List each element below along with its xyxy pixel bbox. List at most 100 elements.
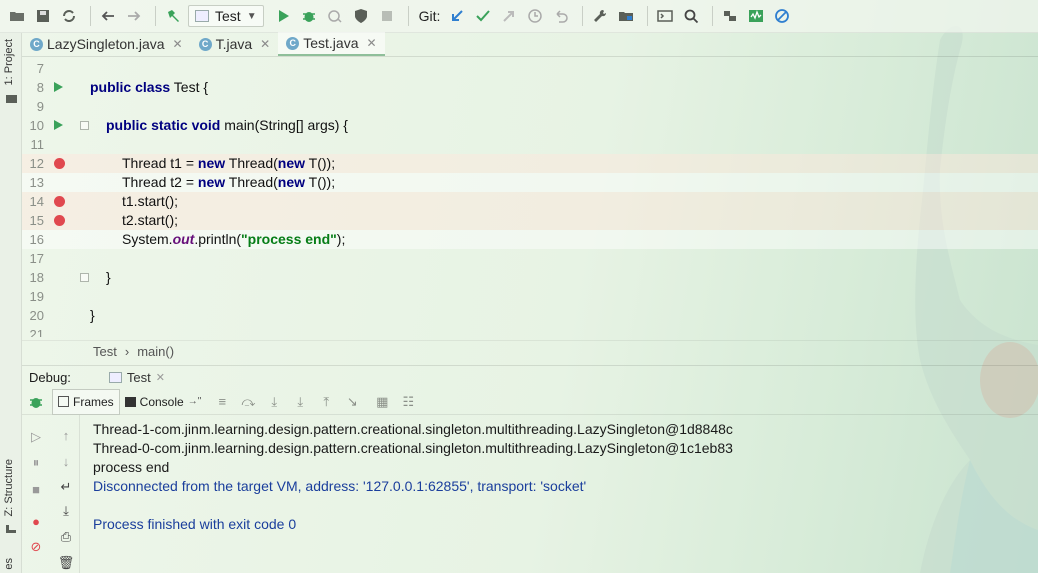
project-tool-window-button[interactable]: 1: Project — [3, 39, 15, 85]
git-commit-check-icon[interactable] — [472, 5, 494, 27]
forward-arrow-icon[interactable] — [123, 5, 145, 27]
run-coverage-icon[interactable] — [324, 5, 346, 27]
step-into-icon[interactable]: ⤓ — [290, 392, 310, 412]
step-out-icon[interactable]: ⤒ — [316, 392, 336, 412]
line-number: 12 — [29, 156, 44, 171]
code-line: 9 — [22, 97, 1038, 116]
line-number: 13 — [29, 175, 44, 190]
main-toolbar: Test ▼ Git: — [0, 0, 1038, 33]
evaluate-expression-icon[interactable]: ▦ — [372, 392, 392, 412]
step-over-icon[interactable]: ⤓ — [264, 392, 284, 412]
terminal-icon[interactable] — [654, 5, 676, 27]
debug-panel-header: Debug: Test ✕ — [22, 365, 1038, 389]
console-output[interactable]: Thread-1-com.jinm.learning.design.patter… — [93, 420, 1013, 534]
settings-wrench-icon[interactable] — [589, 5, 611, 27]
line-number: 16 — [29, 232, 44, 247]
tab-lazysingleton[interactable]: C LazySingleton.java ✕ — [22, 32, 191, 56]
close-icon[interactable]: ✕ — [366, 36, 376, 50]
mute-breakpoints-icon[interactable]: ⊘ — [28, 539, 44, 555]
show-execution-point-icon[interactable]: ⤼ — [238, 392, 258, 412]
breadcrumb-method[interactable]: main() — [137, 344, 174, 359]
tab-test[interactable]: C Test.java ✕ — [278, 32, 385, 56]
project-structure-icon[interactable] — [615, 5, 637, 27]
git-push-icon[interactable] — [498, 5, 520, 27]
code-line: 14 t1.start(); — [22, 192, 1038, 211]
git-label: Git: — [418, 8, 441, 24]
stop-icon[interactable]: ■ — [28, 481, 44, 497]
debug-session-tab[interactable]: Test ✕ — [108, 370, 165, 385]
code-text: t2.start(); — [122, 212, 179, 228]
line-number: 9 — [36, 99, 44, 114]
no-power-save-icon[interactable] — [771, 5, 793, 27]
run-icon[interactable] — [272, 5, 294, 27]
run-to-cursor-icon[interactable]: ↘ — [342, 392, 362, 412]
search-icon[interactable] — [680, 5, 702, 27]
console-tab-label: Console — [139, 394, 184, 409]
profile-shield-icon[interactable] — [350, 5, 372, 27]
resume-icon[interactable]: ▷ — [28, 429, 44, 445]
pin-arrow-icon: →" — [187, 396, 202, 407]
print-icon[interactable]: ⎙ — [58, 529, 74, 545]
trace-stream-icon[interactable]: ☷ — [398, 392, 418, 412]
fold-marker-icon[interactable] — [80, 273, 89, 282]
folder-icon — [6, 95, 17, 103]
activity-monitor-icon[interactable] — [745, 5, 767, 27]
back-arrow-icon[interactable] — [97, 5, 119, 27]
java-class-icon: C — [198, 37, 212, 51]
run-config-select[interactable]: Test ▼ — [188, 5, 264, 27]
run-gutter-icon[interactable] — [54, 82, 63, 92]
toolbar-divider — [407, 6, 409, 26]
console-action-column: ↑ ↓ ↵ ⤓ ⎙ 🗑 — [52, 415, 80, 573]
code-text: public static void main(String[] args) { — [106, 117, 348, 133]
fold-marker-icon[interactable] — [80, 121, 89, 130]
favorites-tool-window-button[interactable]: es — [3, 558, 15, 570]
breadcrumb-class[interactable]: Test — [93, 344, 117, 359]
tab-t[interactable]: C T.java ✕ — [191, 32, 279, 56]
line-number: 11 — [30, 137, 45, 152]
code-text: t1.start(); — [122, 193, 179, 209]
toolbar-divider — [647, 6, 649, 26]
scroll-to-end-icon[interactable]: ⤓ — [58, 503, 74, 519]
toolbar-divider — [90, 6, 91, 26]
view-breakpoints-icon[interactable]: ● — [28, 513, 44, 529]
close-icon[interactable]: ✕ — [173, 37, 183, 51]
git-update-icon[interactable] — [446, 5, 468, 27]
up-arrow-icon[interactable]: ↑ — [58, 427, 74, 443]
tab-label: Test.java — [303, 35, 359, 51]
down-arrow-icon[interactable]: ↓ — [58, 453, 74, 469]
breakpoint-icon[interactable] — [54, 215, 65, 226]
breakpoint-icon[interactable] — [54, 158, 65, 169]
debug-bug-icon[interactable] — [298, 5, 320, 27]
stop-icon[interactable] — [376, 5, 398, 27]
history-clock-icon[interactable] — [524, 5, 546, 27]
breakpoint-icon[interactable] — [54, 196, 65, 207]
sync-icon[interactable] — [58, 5, 80, 27]
rollback-icon[interactable] — [550, 5, 572, 27]
code-line: 19 — [22, 287, 1038, 306]
menu-lines-icon[interactable]: ≡ — [212, 392, 232, 412]
code-text: Thread t1 = new Thread(new T()); — [122, 155, 336, 171]
vcs-operations-icon[interactable] — [719, 5, 741, 27]
save-icon[interactable] — [32, 5, 54, 27]
tab-frames[interactable]: Frames — [52, 388, 120, 415]
close-icon[interactable]: ✕ — [156, 371, 165, 384]
code-text: System.out.println("process end"); — [122, 231, 346, 247]
run-gutter-icon[interactable] — [54, 120, 63, 130]
code-text: public class Test { — [90, 79, 209, 95]
tab-console[interactable]: Console →" — [120, 389, 207, 415]
code-editor[interactable]: 7 8 public class Test { 9 10 public stat… — [22, 57, 1038, 337]
console-line: Thread-1-com.jinm.learning.design.patter… — [93, 421, 733, 437]
trash-icon[interactable]: 🗑 — [58, 555, 75, 571]
line-number: 8 — [36, 80, 44, 95]
soft-wrap-icon[interactable]: ↵ — [58, 479, 74, 495]
open-folder-icon[interactable] — [6, 5, 28, 27]
toolbar-divider — [582, 6, 584, 26]
close-icon[interactable]: ✕ — [260, 37, 270, 51]
code-line: 17 — [22, 249, 1038, 268]
debug-label: Debug: — [29, 370, 71, 385]
editor-tabs: C LazySingleton.java ✕ C T.java ✕ C Test… — [22, 32, 1038, 57]
pause-icon[interactable]: ⏸ — [28, 455, 44, 471]
build-hammer-icon[interactable] — [162, 5, 184, 27]
structure-tool-window-button[interactable]: Z: Structure — [3, 459, 15, 516]
debug-bug-icon[interactable] — [26, 392, 46, 412]
